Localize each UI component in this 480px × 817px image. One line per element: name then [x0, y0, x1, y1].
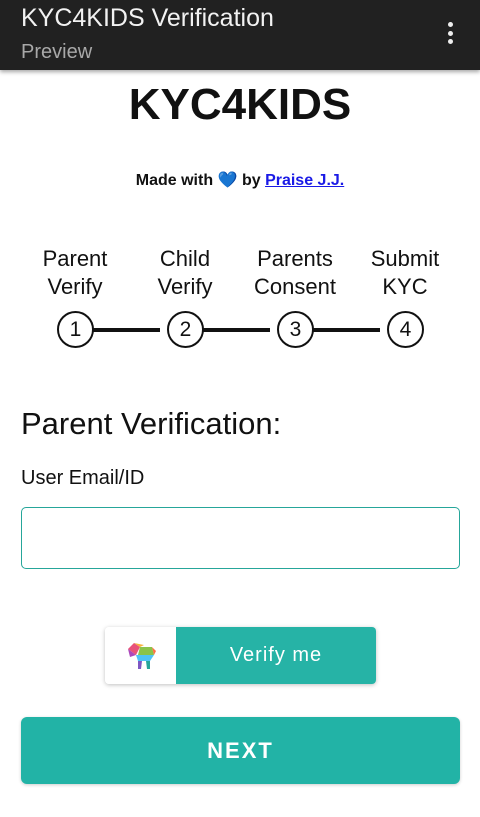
step-circle-1: 1 — [57, 311, 94, 348]
app-subtitle: Preview — [21, 41, 93, 63]
credit-by: by — [241, 172, 261, 189]
brand-title: KYC4KIDS — [128, 80, 352, 129]
step-circle-3: 3 — [277, 311, 314, 348]
credit-prefix: Made with — [135, 172, 214, 189]
step-connector — [83, 328, 160, 332]
colorful-animal-logo-icon — [105, 627, 176, 684]
section-title: Parent Verification: — [21, 406, 282, 441]
more-vertical-icon[interactable] — [440, 20, 460, 46]
author-link[interactable]: Praise J.J. — [265, 172, 344, 189]
step-label-parent-verify: Parent Verify — [42, 246, 108, 299]
heart-icon: 💙 — [217, 172, 238, 189]
email-label: User Email/ID — [21, 467, 145, 489]
verify-me-button[interactable]: Verify me — [176, 627, 376, 684]
step-connector — [193, 328, 270, 332]
credit-line: Made with 💙 by Praise J.J. — [0, 170, 480, 190]
step-connector — [303, 328, 380, 332]
step-label-submit-kyc: Submit KYC — [370, 246, 440, 299]
verify-widget[interactable]: Verify me — [105, 627, 376, 684]
step-label-child-verify: Child Verify — [157, 246, 213, 299]
app-title: KYC4KIDS Verification — [21, 4, 274, 32]
email-field[interactable] — [21, 507, 460, 569]
app-bar: KYC4KIDS Verification Preview — [0, 0, 480, 70]
step-circle-2: 2 — [167, 311, 204, 348]
step-label-parents-consent: Parents Consent — [254, 246, 336, 299]
step-circle-4: 4 — [387, 311, 424, 348]
progress-stepper: Parent Verify Child Verify Parents Conse… — [20, 245, 460, 355]
next-button[interactable]: NEXT — [21, 717, 460, 784]
